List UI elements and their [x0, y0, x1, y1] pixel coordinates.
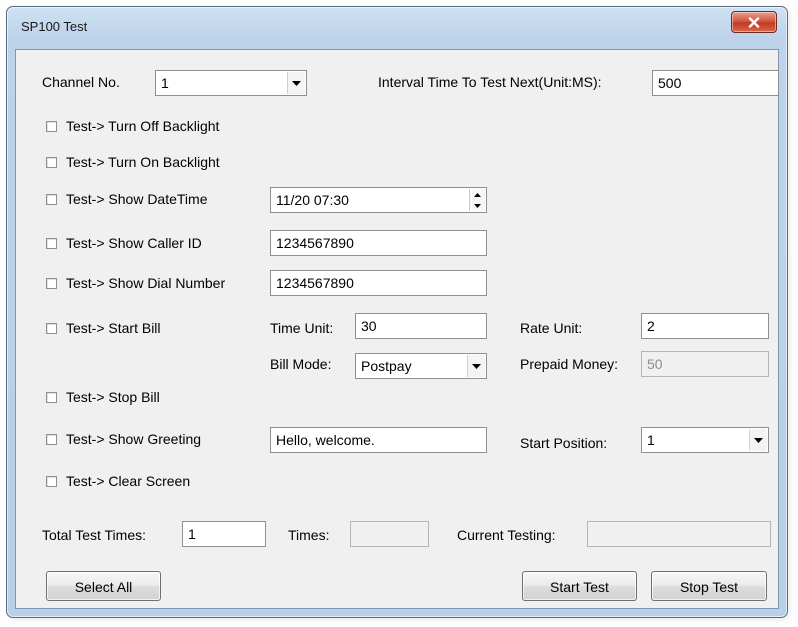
- test-show-greeting-row[interactable]: Test-> Show Greeting: [46, 431, 201, 447]
- current-testing-label: Current Testing:: [457, 527, 556, 543]
- bill-mode-dropdown-button[interactable]: [467, 355, 485, 377]
- test-backlight-on-row[interactable]: Test-> Turn On Backlight: [46, 154, 220, 170]
- rate-unit-label: Rate Unit:: [520, 320, 583, 336]
- bill-mode-label: Bill Mode:: [270, 356, 332, 372]
- datetime-value: 11/20 07:30: [276, 192, 349, 208]
- test-clear-screen-label: Test-> Clear Screen: [66, 473, 191, 489]
- start-position-dropdown-button[interactable]: [749, 429, 767, 451]
- test-show-greeting-label: Test-> Show Greeting: [66, 431, 202, 447]
- spin-up-icon: [474, 192, 481, 197]
- start-position-value: 1: [647, 432, 655, 448]
- test-start-bill-row[interactable]: Test-> Start Bill: [46, 320, 161, 336]
- test-show-caller-id-row[interactable]: Test-> Show Caller ID: [46, 235, 202, 251]
- datetime-picker[interactable]: 11/20 07:30: [270, 187, 487, 213]
- test-start-bill-checkbox[interactable]: [46, 322, 57, 334]
- test-show-datetime-checkbox[interactable]: [46, 193, 57, 205]
- test-start-bill-label: Test-> Start Bill: [66, 320, 161, 336]
- test-show-dial-number-row[interactable]: Test-> Show Dial Number: [46, 275, 225, 291]
- datetime-spinner[interactable]: [469, 189, 485, 211]
- start-position-select[interactable]: 1: [641, 427, 769, 453]
- time-unit-label: Time Unit:: [270, 320, 334, 336]
- start-position-label: Start Position:: [520, 435, 608, 451]
- test-show-caller-id-label: Test-> Show Caller ID: [66, 235, 202, 251]
- channel-dropdown-button[interactable]: [287, 72, 305, 94]
- window-title: SP100 Test: [21, 19, 88, 34]
- times-label: Times:: [288, 527, 330, 543]
- rate-unit-input[interactable]: 2: [641, 313, 769, 339]
- bill-mode-select[interactable]: Postpay: [355, 353, 487, 379]
- test-stop-bill-label: Test-> Stop Bill: [66, 389, 160, 405]
- test-backlight-on-checkbox[interactable]: [46, 156, 57, 168]
- dial-number-input[interactable]: 1234567890: [270, 270, 487, 296]
- title-bar[interactable]: SP100 Test: [7, 7, 787, 43]
- test-backlight-off-row[interactable]: Test-> Turn Off Backlight: [46, 118, 219, 134]
- spin-up-button[interactable]: [470, 189, 485, 200]
- test-backlight-on-label: Test-> Turn On Backlight: [66, 154, 220, 170]
- interval-label: Interval Time To Test Next(Unit:MS):: [378, 74, 602, 90]
- test-stop-bill-row[interactable]: Test-> Stop Bill: [46, 389, 160, 405]
- test-backlight-off-checkbox[interactable]: [46, 120, 57, 132]
- test-stop-bill-checkbox[interactable]: [46, 391, 57, 403]
- channel-label: Channel No.: [42, 74, 120, 90]
- bill-mode-value: Postpay: [361, 358, 412, 374]
- stop-test-button[interactable]: Stop Test: [651, 571, 767, 601]
- time-unit-input[interactable]: 30: [355, 313, 487, 339]
- test-backlight-off-label: Test-> Turn Off Backlight: [66, 118, 220, 134]
- test-show-greeting-checkbox[interactable]: [46, 433, 57, 445]
- channel-select-value: 1: [161, 75, 169, 91]
- greeting-input[interactable]: Hello, welcome.: [270, 427, 487, 453]
- test-show-caller-id-checkbox[interactable]: [46, 237, 57, 249]
- caller-id-input[interactable]: 1234567890: [270, 230, 487, 256]
- chevron-down-icon: [754, 437, 763, 443]
- dialog-client-area: Channel No. 1 Interval Time To Test Next…: [15, 49, 779, 609]
- times-display: [350, 521, 429, 547]
- current-testing-display: [587, 521, 771, 547]
- chevron-down-icon: [472, 363, 481, 369]
- spin-down-icon: [474, 203, 481, 208]
- test-clear-screen-checkbox[interactable]: [46, 475, 57, 487]
- close-icon: [748, 16, 760, 28]
- select-all-button[interactable]: Select All: [46, 571, 161, 601]
- test-show-dial-number-label: Test-> Show Dial Number: [66, 275, 226, 291]
- spin-down-button[interactable]: [470, 200, 485, 211]
- total-test-times-input[interactable]: 1: [182, 521, 266, 547]
- test-clear-screen-row[interactable]: Test-> Clear Screen: [46, 473, 190, 489]
- test-show-datetime-label: Test-> Show DateTime: [66, 191, 208, 207]
- channel-select[interactable]: 1: [155, 70, 307, 96]
- total-test-times-label: Total Test Times:: [42, 527, 147, 543]
- start-test-button[interactable]: Start Test: [522, 571, 637, 601]
- interval-input[interactable]: 500: [652, 70, 779, 96]
- prepaid-money-label: Prepaid Money:: [520, 356, 619, 372]
- prepaid-money-input[interactable]: 50: [641, 351, 769, 377]
- close-button[interactable]: [731, 11, 777, 33]
- test-show-datetime-row[interactable]: Test-> Show DateTime: [46, 191, 207, 207]
- test-show-dial-number-checkbox[interactable]: [46, 277, 57, 289]
- chevron-down-icon: [292, 80, 301, 86]
- sp100-test-window: SP100 Test Channel No. 1 Interval Time T…: [6, 6, 788, 618]
